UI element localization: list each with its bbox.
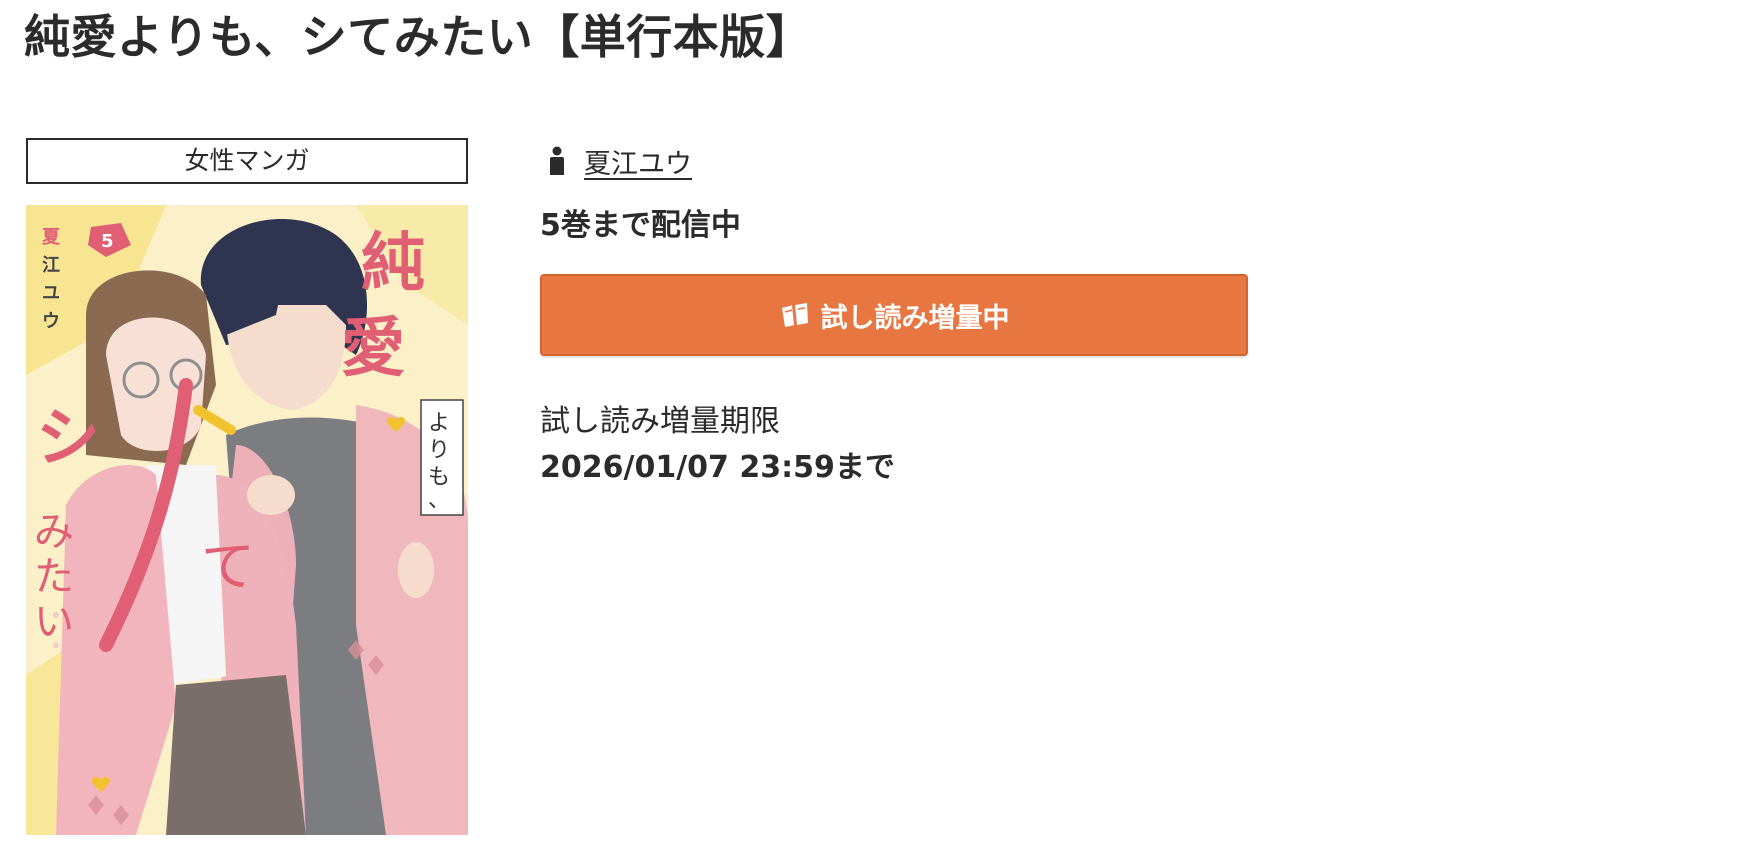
svg-text:夏: 夏 [42,227,61,248]
product-page: 純愛よりも、シてみたい【単行本版】 女性マンガ 純 愛 よ り も 、 シ て … [0,0,1760,866]
right-column: 夏江ユウ 5巻まで配信中 試し読み増量中 試し読み増量期限 2026/01/07… [540,138,1250,488]
author-row: 夏江ユウ [540,138,1250,184]
genre-tag-link[interactable]: 女性マンガ [26,138,468,184]
volumes-status: 5巻まで配信中 [540,208,741,243]
person-icon [548,146,566,176]
left-column: 女性マンガ 純 愛 よ り も 、 シ て み た い 夏 江 ユ ウ 5 [26,138,468,835]
svg-text:純: 純 [361,226,425,301]
author-link[interactable]: 夏江ユウ [584,142,692,181]
svg-text:江: 江 [42,255,60,276]
svg-text:、: 、 [428,488,450,513]
svg-text:り: り [428,438,450,463]
trial-read-button[interactable]: 試し読み増量中 [540,274,1248,356]
cover-image[interactable]: 純 愛 よ り も 、 シ て み た い 夏 江 ユ ウ 5 [26,205,468,835]
svg-text:た: た [34,554,74,600]
svg-text:5: 5 [101,231,114,252]
svg-text:愛: 愛 [341,311,405,386]
svg-text:て: て [201,535,255,598]
svg-text:ウ: ウ [42,311,60,332]
svg-text:み: み [34,509,74,555]
trial-read-button-label: 試し読み増量中 [820,302,1010,334]
open-book-icon [779,299,811,331]
page-title: 純愛よりも、シてみたい【単行本版】 [24,10,813,64]
trial-deadline-label: 試し読み増量期限 [540,404,780,439]
trial-deadline-value: 2026/01/07 23:59まで [540,450,895,485]
svg-text:い: い [34,599,74,645]
svg-text:シ: シ [36,402,100,476]
svg-text:よ: よ [428,411,450,436]
svg-text:ユ: ユ [42,283,60,304]
cover-illustration: 純 愛 よ り も 、 シ て み た い 夏 江 ユ ウ 5 [26,205,468,835]
svg-text:も: も [428,465,450,490]
